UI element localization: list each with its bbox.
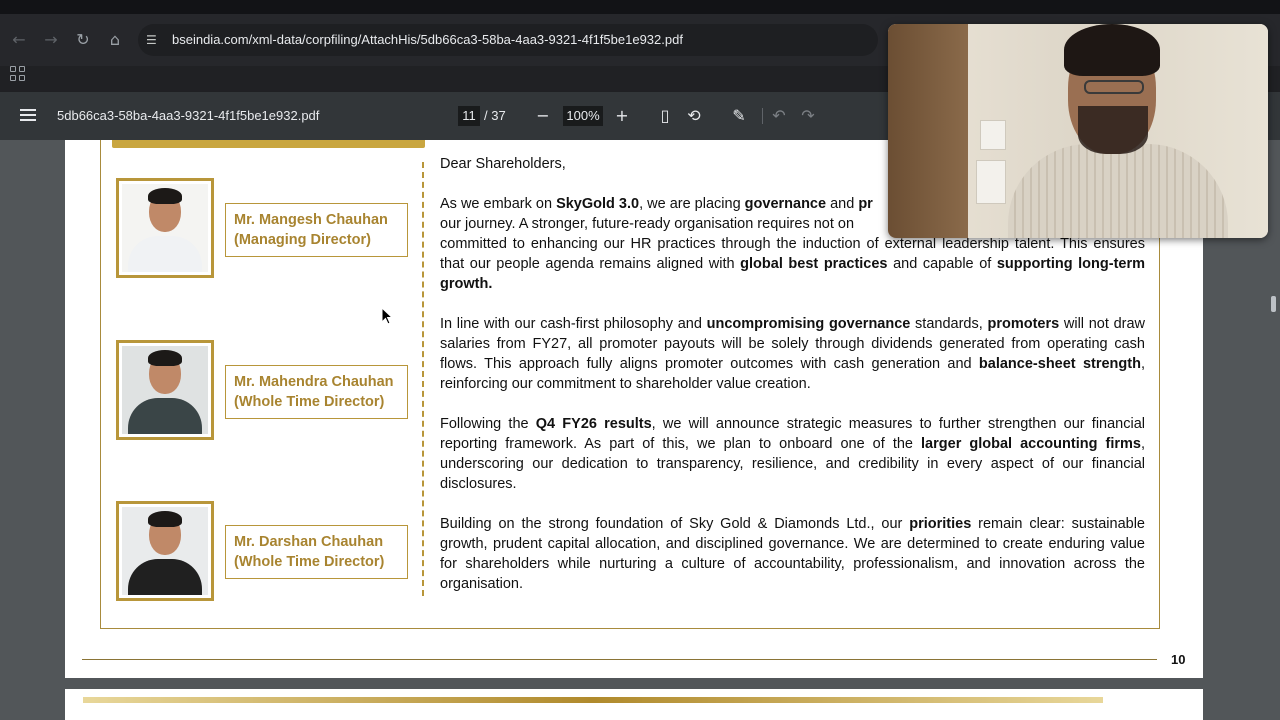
person-glasses bbox=[1084, 80, 1144, 94]
reload-icon[interactable]: ↻ bbox=[73, 30, 93, 50]
person-beard bbox=[1078, 106, 1148, 154]
gold-header-bar bbox=[112, 140, 425, 148]
forward-icon[interactable]: → bbox=[41, 30, 61, 50]
toolbar-separator bbox=[762, 108, 763, 124]
director-photo-mahendra bbox=[116, 340, 214, 440]
footer-line bbox=[82, 659, 1157, 660]
director-role: (Managing Director) bbox=[234, 232, 371, 248]
director-name: Mr. Darshan Chauhan bbox=[234, 534, 384, 550]
page-total: / 37 bbox=[484, 108, 506, 123]
director-namebox-mahendra: Mr. Mahendra Chauhan (Whole Time Directo… bbox=[225, 365, 408, 419]
dashed-divider bbox=[422, 162, 424, 596]
back-icon[interactable]: ← bbox=[9, 30, 29, 50]
gold-header-strip bbox=[83, 697, 1103, 703]
director-name: Mr. Mahendra Chauhan bbox=[234, 374, 394, 390]
director-namebox-mangesh: Mr. Mangesh Chauhan (Managing Director) bbox=[225, 203, 408, 257]
director-photo-mangesh bbox=[116, 178, 214, 278]
director-namebox-darshan: Mr. Darshan Chauhan (Whole Time Director… bbox=[225, 525, 408, 579]
scrollbar-thumb[interactable] bbox=[1271, 296, 1276, 312]
rotate-icon[interactable]: ⟲ bbox=[684, 106, 704, 126]
address-bar[interactable]: ☰ bseindia.com/xml-data/corpfiling/Attac… bbox=[138, 24, 878, 56]
letter-paragraph-4: Building on the strong foundation of Sky… bbox=[440, 516, 1145, 592]
video-door bbox=[888, 24, 968, 238]
video-overlay bbox=[888, 24, 1268, 238]
mouse-cursor-icon bbox=[381, 307, 393, 325]
home-icon[interactable]: ⌂ bbox=[105, 30, 125, 50]
zoom-in-icon[interactable]: + bbox=[612, 106, 632, 126]
undo-icon[interactable]: ↶ bbox=[769, 106, 789, 126]
page-number-input[interactable]: 11 bbox=[458, 106, 480, 126]
redo-icon[interactable]: ↷ bbox=[798, 106, 818, 126]
zoom-input[interactable]: 100% bbox=[563, 106, 603, 126]
director-role: (Whole Time Director) bbox=[234, 394, 385, 410]
director-name: Mr. Mangesh Chauhan bbox=[234, 212, 388, 228]
page-number-footer: 10 bbox=[1171, 652, 1186, 667]
menu-icon[interactable] bbox=[20, 109, 36, 123]
apps-icon[interactable] bbox=[10, 66, 26, 82]
wall-switchboard bbox=[976, 160, 1006, 204]
pdf-filename: 5db66ca3-58ba-4aa3-9321-4f1f5be1e932.pdf bbox=[57, 108, 320, 123]
director-role: (Whole Time Director) bbox=[234, 554, 385, 570]
fit-page-icon[interactable]: ▯ bbox=[655, 106, 675, 126]
letter-paragraph-3: Following the Q4 FY26 results, we will a… bbox=[440, 416, 1145, 492]
wall-switch bbox=[980, 120, 1006, 150]
url-text[interactable]: bseindia.com/xml-data/corpfiling/AttachH… bbox=[172, 32, 683, 47]
next-pdf-page bbox=[65, 689, 1203, 720]
site-info-icon[interactable]: ☰ bbox=[146, 32, 162, 48]
tab-strip bbox=[0, 0, 1280, 14]
person-hair bbox=[1064, 24, 1160, 76]
annotate-icon[interactable]: ✎ bbox=[729, 106, 749, 126]
director-photo-darshan bbox=[116, 501, 214, 601]
zoom-out-icon[interactable]: − bbox=[533, 106, 553, 126]
letter-paragraph-2: In line with our cash-first philosophy a… bbox=[440, 316, 1146, 392]
